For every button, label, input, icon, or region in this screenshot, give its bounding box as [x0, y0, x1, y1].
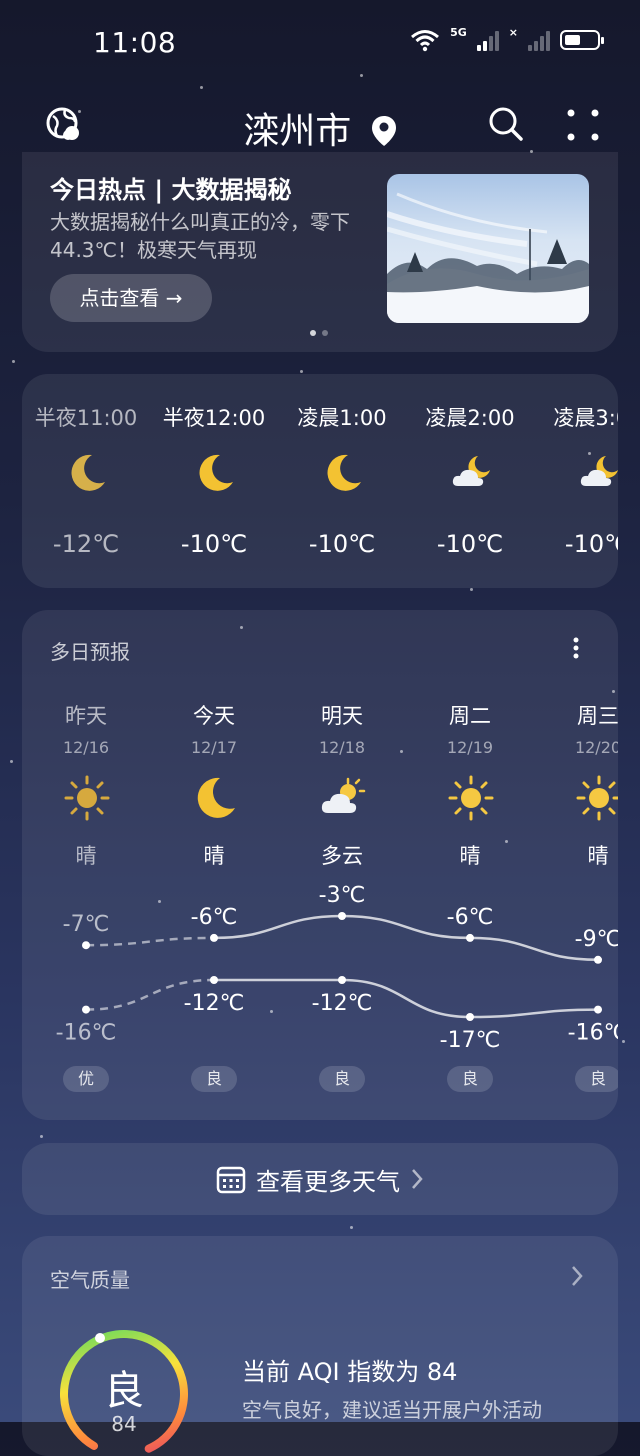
temperature-curve-chart: -7℃ -16℃ -6℃ -12℃ -3℃ -12℃ -6℃ -17℃ -9℃ -16℃ — [56, 883, 618, 1053]
air-quality-card[interactable]: 空气质量 良 84 当前 AQI 指数为 84 空气良好，建议适当开展户外活动 — [22, 1236, 618, 1456]
calendar-icon — [216, 1166, 246, 1194]
news-description: 大数据揭秘什么叫真正的冷，零下44.3℃！极寒天气再现 — [50, 210, 350, 262]
signal-icon — [476, 29, 499, 51]
daily-forecast-card[interactable]: 多日预报 昨天 12/16 晴 优 今天 12/17 晴 良 明天 12/18 — [22, 610, 618, 1120]
low-temp-line — [213, 978, 599, 1019]
city-title[interactable]: 滦州市 — [0, 102, 640, 154]
high-temp-point — [466, 933, 474, 942]
low-temp-label: -17℃ — [440, 1028, 501, 1053]
hour-label: 凌晨1:00 — [297, 406, 387, 430]
hour-label: 凌晨2:00 — [425, 406, 515, 430]
signal-2-icon — [528, 29, 550, 51]
high-temp-point — [594, 955, 602, 964]
hour-temp: -10℃ — [180, 530, 248, 558]
hourly-forecast-card[interactable]: 半夜11:00 -12℃ 半夜12:00 -10℃ 凌晨1:00 -10℃ 凌晨… — [22, 374, 618, 588]
high-temp-label: -7℃ — [63, 912, 110, 937]
more-menu-icon[interactable] — [566, 108, 600, 142]
low-temp-label: -16℃ — [56, 1021, 117, 1046]
hour-temp: -12℃ — [52, 530, 120, 558]
high-temp-point — [82, 941, 90, 950]
carousel-indicator — [310, 330, 328, 336]
chevron-right-icon — [412, 1169, 423, 1189]
high-temp-line — [213, 914, 599, 962]
hour-temp: -10℃ — [436, 530, 504, 558]
low-temp-label: -12℃ — [312, 991, 373, 1016]
low-temp-point — [594, 1005, 602, 1014]
low-temp-point — [210, 976, 218, 984]
moon-icon — [327, 454, 361, 491]
low-temp-point — [82, 1005, 90, 1014]
low-temp-point — [466, 1013, 474, 1021]
low-temp-label: -12℃ — [184, 991, 245, 1016]
high-temp-line-past — [85, 936, 215, 947]
high-temp-point — [210, 933, 218, 942]
cloudy-night-icon — [580, 456, 618, 486]
more-weather-button[interactable]: 查看更多天气 — [22, 1143, 618, 1215]
no-signal-icon: × — [508, 25, 518, 39]
hour-label: 半夜11:00 — [34, 406, 138, 430]
aqi-percent: 84 — [111, 1412, 137, 1436]
news-thumbnail-image[interactable] — [387, 174, 589, 323]
search-icon[interactable] — [488, 106, 524, 142]
high-temp-label: -3℃ — [319, 883, 366, 908]
hour-label: 半夜12:00 — [162, 406, 266, 430]
status-bar: 11:08 5G × — [0, 0, 640, 86]
high-temp-label: -6℃ — [447, 905, 494, 930]
wifi-icon — [411, 30, 440, 52]
view-news-button[interactable]: 点击查看 → — [50, 274, 212, 322]
high-temp-label: -9℃ — [575, 927, 618, 952]
hour-temp: -10℃ — [308, 530, 376, 558]
moon-icon — [199, 454, 233, 491]
city-name: 滦州市 — [243, 111, 352, 152]
moon-icon — [71, 454, 105, 491]
cloudy-night-icon — [452, 456, 490, 486]
network-type: 5G — [450, 25, 467, 39]
low-temp-label: -16℃ — [568, 1021, 618, 1046]
hour-label: 凌晨3:00 — [553, 406, 618, 430]
status-time: 11:08 — [93, 26, 177, 59]
news-banner-card[interactable]: 今日热点 | 大数据揭秘 大数据揭秘什么叫真正的冷，零下44.3℃！极寒天气再现… — [22, 152, 618, 352]
low-temp-point — [338, 976, 346, 984]
battery-icon — [560, 30, 604, 50]
news-title: 今日热点 | 大数据揭秘 — [50, 176, 292, 204]
more-weather-label: 查看更多天气 — [256, 1167, 400, 1196]
high-temp-point — [338, 912, 346, 920]
air-quality-title: 空气质量 — [50, 1268, 130, 1292]
chevron-right-icon[interactable] — [570, 1264, 584, 1288]
aqi-value-text: 当前 AQI 指数为 84 — [242, 1358, 458, 1386]
high-temp-label: -6℃ — [191, 905, 238, 930]
aqi-advice: 空气良好，建议适当开展户外活动 — [242, 1398, 542, 1422]
hour-temp: -10℃ — [564, 530, 618, 558]
aqi-level: 良 — [104, 1368, 144, 1414]
location-pin-icon — [371, 116, 396, 146]
